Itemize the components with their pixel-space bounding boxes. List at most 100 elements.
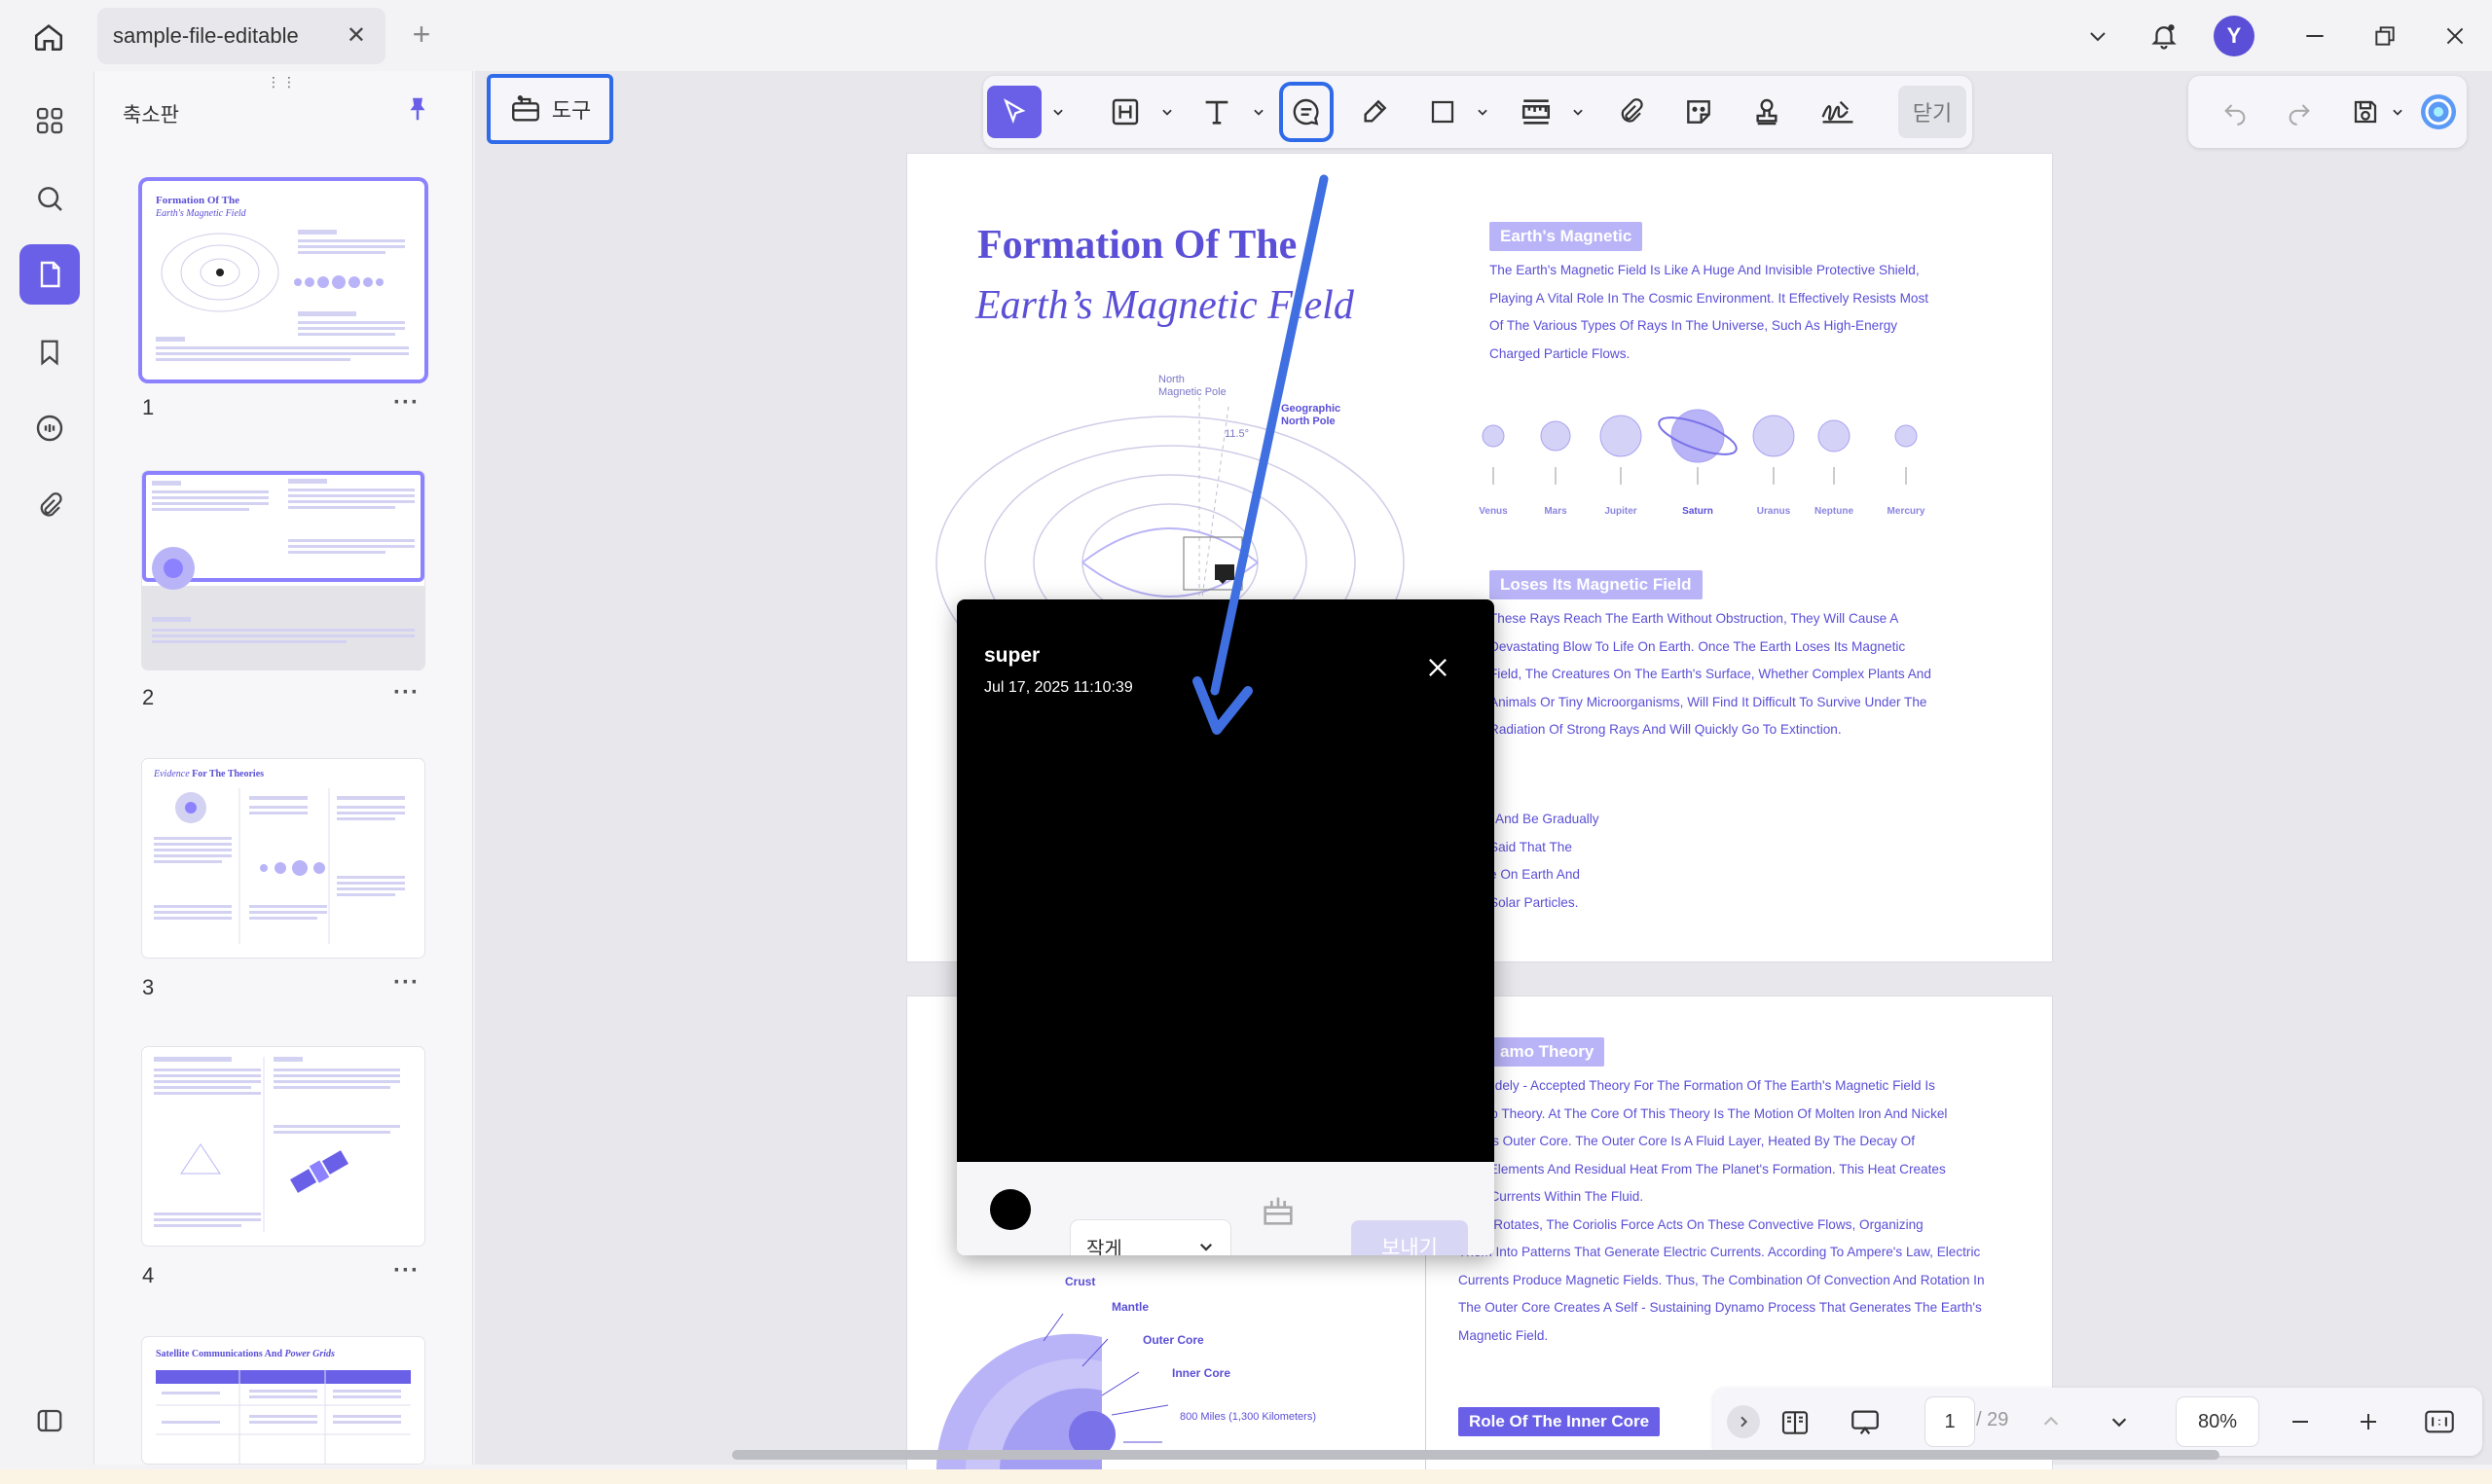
page-thumbnail-5[interactable]: Satellite Communications And Power Grids bbox=[142, 1337, 424, 1464]
text-line: The Earth's Magnetic Field Is Like A Hug… bbox=[1489, 263, 1920, 277]
thumbnails-icon[interactable] bbox=[19, 244, 80, 305]
text-line: Magnetic Field. bbox=[1458, 1327, 1549, 1343]
highlighter-tool-button[interactable] bbox=[1349, 86, 1400, 138]
expand-icon[interactable] bbox=[1727, 1405, 1760, 1438]
text-line: Solar Particles. bbox=[1489, 894, 1579, 910]
signature-tool-button[interactable] bbox=[1811, 86, 1865, 138]
section-body: These Rays Reach The Earth Without Obstr… bbox=[1489, 605, 1931, 744]
text-line: ction Currents Within The Fluid. bbox=[1458, 1189, 1644, 1204]
page-3-more-button[interactable]: ··· bbox=[393, 969, 420, 996]
tools-button[interactable]: 도구 bbox=[487, 74, 613, 144]
undo-icon[interactable] bbox=[2214, 86, 2256, 138]
page-4-more-button[interactable]: ··· bbox=[393, 1257, 420, 1285]
layer-label: Outer Core bbox=[1143, 1333, 1204, 1347]
chevron-down-icon[interactable] bbox=[1571, 105, 1585, 119]
document-tab[interactable]: sample-file-editable ✕ bbox=[97, 8, 385, 64]
text-line: Charged Particle Flows. bbox=[1489, 345, 1631, 361]
section-tag: Role Of The Inner Core bbox=[1458, 1407, 1661, 1436]
zoom-out-icon[interactable] bbox=[2284, 1405, 2317, 1438]
sticker-tool-button[interactable] bbox=[1674, 86, 1723, 138]
text-line: ctive Elements And Residual Heat From Th… bbox=[1458, 1161, 1946, 1176]
comment-tool-button[interactable] bbox=[1283, 86, 1330, 138]
layer-label: Inner Core bbox=[1172, 1366, 1231, 1380]
notification-bell-icon[interactable] bbox=[2145, 18, 2182, 54]
page-thumbnail-2[interactable] bbox=[142, 471, 424, 670]
horizontal-scrollbar[interactable] bbox=[732, 1450, 2219, 1460]
text-line: Currents Produce Magnetic Fields. Thus, … bbox=[1458, 1272, 1985, 1287]
page-thumbnail-1[interactable]: Formation Of The Earth's Magnetic Field bbox=[142, 181, 424, 380]
chevron-down-icon[interactable] bbox=[1476, 105, 1489, 119]
page-thumbnail-3[interactable]: Evidence For The Theories bbox=[142, 759, 424, 958]
text-line: l And Be Gradually bbox=[1489, 812, 1599, 826]
thumbnail-panel-title: 축소판 bbox=[123, 104, 179, 127]
attach-file-tool-button[interactable] bbox=[1606, 86, 1655, 138]
measure-tool-button[interactable] bbox=[1509, 86, 1563, 138]
close-window-icon[interactable] bbox=[2436, 19, 2474, 53]
page-1-more-button[interactable]: ··· bbox=[393, 389, 420, 416]
previous-page-icon[interactable] bbox=[2034, 1405, 2068, 1438]
tab-title: sample-file-editable bbox=[113, 23, 299, 48]
sidebar-toggle-icon[interactable] bbox=[19, 1391, 80, 1451]
planets-diagram bbox=[1482, 409, 1918, 485]
section-tag: Loses Its Magnetic Field bbox=[1489, 570, 1703, 599]
close-tools-button[interactable]: 닫기 bbox=[1898, 86, 1966, 138]
zoom-in-icon[interactable] bbox=[2352, 1405, 2385, 1438]
actual-size-icon[interactable] bbox=[2420, 1405, 2459, 1438]
title-bar: sample-file-editable ✕ + Y bbox=[0, 0, 2492, 71]
page-2-more-button[interactable]: ··· bbox=[393, 679, 420, 706]
save-icon[interactable] bbox=[2344, 86, 2387, 138]
page-number-4: 4 bbox=[142, 1263, 155, 1287]
chevron-down-icon[interactable] bbox=[1051, 105, 1065, 119]
text-line: Devastating Blow To Life On Earth. Once … bbox=[1489, 638, 1906, 654]
text-line: Radiation Of Strong Rays And Will Quickl… bbox=[1489, 722, 1842, 737]
stamp-tool-button[interactable] bbox=[1742, 86, 1791, 138]
search-icon[interactable] bbox=[19, 168, 80, 229]
new-tab-button[interactable]: + bbox=[405, 17, 438, 52]
panel-resize-handle[interactable]: ⋮⋮ bbox=[267, 74, 298, 90]
arrow-annotation[interactable] bbox=[1168, 165, 1363, 749]
redo-icon[interactable] bbox=[2278, 86, 2321, 138]
chevron-down-icon[interactable] bbox=[2391, 105, 2404, 119]
text-line: These Rays Reach The Earth Without Obstr… bbox=[1489, 611, 1899, 626]
next-page-icon[interactable] bbox=[2103, 1405, 2136, 1438]
text-line: e On Earth And bbox=[1489, 867, 1580, 882]
page-thumbnail-4[interactable] bbox=[142, 1047, 424, 1246]
planet-label: Saturn bbox=[1682, 506, 1713, 517]
ai-assistant-icon[interactable] bbox=[2416, 86, 2461, 138]
delete-icon[interactable] bbox=[1259, 1191, 1298, 1230]
attachment-icon[interactable] bbox=[19, 476, 80, 536]
home-icon[interactable] bbox=[27, 16, 70, 58]
restore-icon[interactable] bbox=[2365, 19, 2404, 53]
presentation-icon[interactable] bbox=[1846, 1403, 1885, 1442]
minimize-icon[interactable] bbox=[2295, 19, 2334, 53]
page-number-1: 1 bbox=[142, 395, 155, 419]
text-tool-button[interactable] bbox=[1191, 86, 1242, 138]
comments-icon[interactable] bbox=[19, 398, 80, 458]
select-tool-button[interactable] bbox=[987, 86, 1042, 138]
heading-tool-button[interactable] bbox=[1100, 86, 1151, 138]
send-button[interactable]: 보내기 bbox=[1351, 1220, 1468, 1255]
bookmark-icon[interactable] bbox=[19, 322, 80, 382]
page-layout-icon[interactable] bbox=[1776, 1403, 1814, 1442]
tab-close-icon[interactable]: ✕ bbox=[347, 21, 366, 50]
section-body: The Earth's Magnetic Field Is Like A Hug… bbox=[1489, 257, 1928, 368]
user-avatar[interactable]: Y bbox=[2214, 16, 2254, 56]
font-size-select[interactable]: 작게 bbox=[1071, 1220, 1230, 1255]
chevron-down-icon[interactable] bbox=[1252, 105, 1265, 119]
earth-layers-diagram bbox=[935, 1313, 1169, 1473]
thumb-subtitle: Earth's Magnetic Field bbox=[156, 208, 246, 219]
page-number-input[interactable]: 1 bbox=[1925, 1397, 1974, 1446]
comment-timestamp: Jul 17, 2025 11:10:39 bbox=[984, 679, 1133, 696]
apps-grid-icon[interactable] bbox=[19, 90, 80, 151]
shape-tool-button[interactable] bbox=[1417, 86, 1468, 138]
chevron-down-icon[interactable] bbox=[2081, 19, 2114, 53]
zoom-level-select[interactable]: 80% bbox=[2177, 1397, 2258, 1446]
section-body: l And Be Gradually Said That The e On Ea… bbox=[1489, 806, 1599, 917]
text-line: The Outer Core Creates A Self - Sustaini… bbox=[1458, 1300, 1982, 1315]
text-line: Of The Various Types Of Rays In The Univ… bbox=[1489, 318, 1898, 333]
pin-icon[interactable] bbox=[403, 93, 432, 125]
font-size-value: 작게 bbox=[1086, 1238, 1122, 1256]
color-picker-button[interactable] bbox=[990, 1189, 1031, 1230]
chevron-down-icon[interactable] bbox=[1160, 105, 1174, 119]
close-icon[interactable] bbox=[1424, 654, 1451, 681]
